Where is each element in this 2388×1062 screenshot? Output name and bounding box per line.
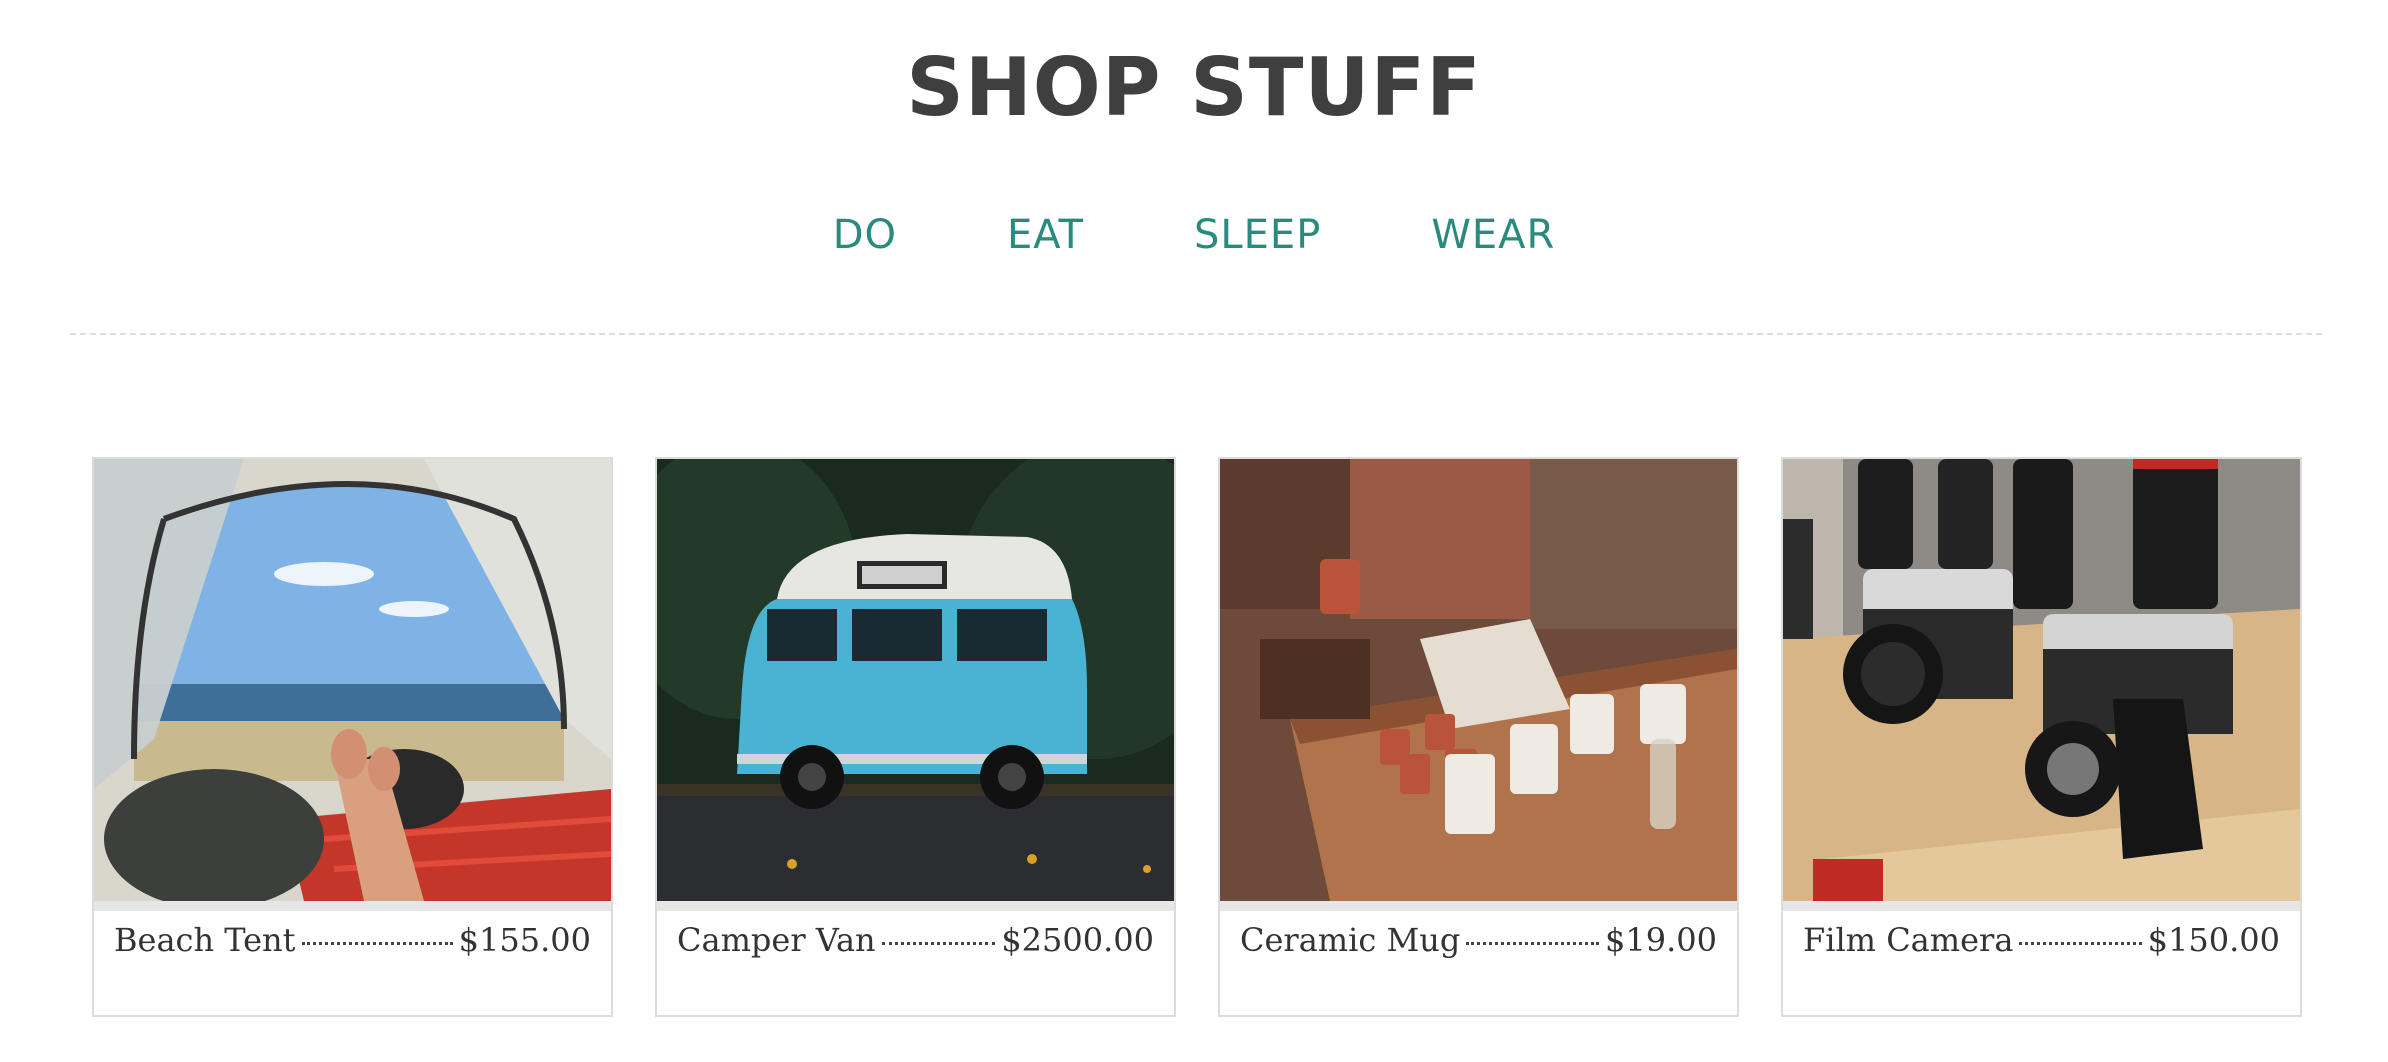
product-image-beach-tent[interactable]	[94, 459, 611, 901]
card-separator	[1220, 901, 1737, 911]
card-separator	[1783, 901, 2300, 911]
dot-leader	[301, 942, 453, 945]
product-price: $150.00	[2147, 921, 2280, 959]
film-cameras-shelf-photo	[1783, 459, 2300, 901]
product-info: Camper Van $2500.00	[677, 921, 1154, 1001]
product-card-camper-van[interactable]: Camper Van $2500.00	[655, 457, 1176, 1017]
shop-page: SHOP STUFF DO EAT SLEEP WEAR Beach Tent …	[0, 0, 2388, 1062]
product-price: $2500.00	[1001, 921, 1154, 959]
blue-camper-van-photo	[657, 459, 1174, 901]
nav-link-do[interactable]: DO	[833, 205, 897, 265]
product-grid: Beach Tent $155.00 Camper Van $2500.00 C…	[92, 457, 2302, 1017]
product-image-camper-van[interactable]	[657, 459, 1174, 901]
main-nav: DO EAT SLEEP WEAR	[0, 205, 2388, 265]
card-separator	[657, 901, 1174, 911]
ceramic-mugs-table-photo	[1220, 459, 1737, 901]
product-name[interactable]: Ceramic Mug	[1240, 921, 1460, 959]
dot-leader	[1466, 942, 1600, 945]
site-title: SHOP STUFF	[906, 41, 1482, 134]
dot-leader	[881, 942, 996, 945]
card-separator	[94, 901, 611, 911]
product-name[interactable]: Camper Van	[677, 921, 876, 959]
tent-beach-photo	[94, 459, 611, 901]
nav-link-sleep[interactable]: SLEEP	[1194, 205, 1321, 265]
product-card-beach-tent[interactable]: Beach Tent $155.00	[92, 457, 613, 1017]
product-image-film-camera[interactable]	[1783, 459, 2300, 901]
product-card-film-camera[interactable]: Film Camera $150.00	[1781, 457, 2302, 1017]
product-card-ceramic-mug[interactable]: Ceramic Mug $19.00	[1218, 457, 1739, 1017]
product-name[interactable]: Beach Tent	[114, 921, 296, 959]
product-image-ceramic-mug[interactable]	[1220, 459, 1737, 901]
nav-link-eat[interactable]: EAT	[1007, 205, 1084, 265]
product-info: Film Camera $150.00	[1803, 921, 2280, 1001]
product-info: Ceramic Mug $19.00	[1240, 921, 1717, 1001]
nav-link-wear[interactable]: WEAR	[1431, 205, 1555, 265]
product-info: Beach Tent $155.00	[114, 921, 591, 1001]
product-name[interactable]: Film Camera	[1803, 921, 2013, 959]
product-price: $155.00	[458, 921, 591, 959]
dot-leader	[2019, 942, 2142, 945]
header-divider	[70, 333, 2322, 335]
product-price: $19.00	[1605, 921, 1717, 959]
